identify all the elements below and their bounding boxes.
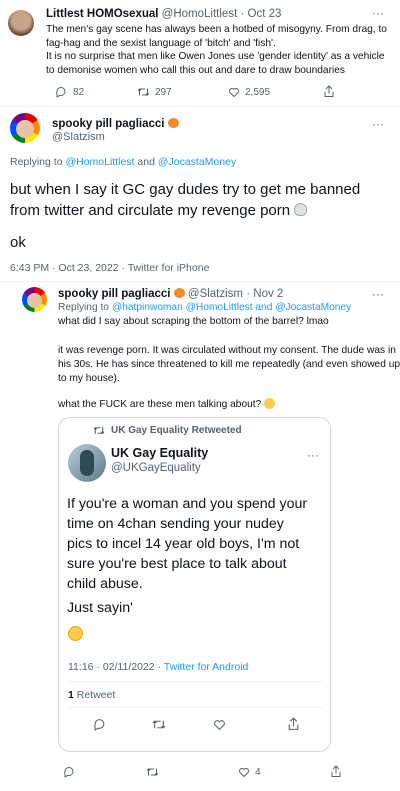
- crying-face-icon: [264, 398, 276, 409]
- replying-to-prefix: Replying to: [58, 302, 112, 313]
- reply-icon[interactable]: [55, 86, 67, 98]
- replying-to: Replying to @hatpinwoman @HomoLittlest a…: [58, 302, 351, 313]
- retweet-icon[interactable]: [137, 86, 150, 98]
- author-name[interactable]: spooky pill pagliacci: [52, 118, 164, 130]
- tweet2-header: spooky pill pagliacci: [52, 118, 179, 130]
- retweet-icon[interactable]: [146, 766, 159, 778]
- tweet-text-line: what did I say about scraping the bottom…: [58, 316, 329, 327]
- divider: [67, 707, 323, 708]
- tweet-date[interactable]: Nov 2: [253, 288, 283, 300]
- more-options-icon[interactable]: ···: [372, 117, 384, 131]
- author-handle[interactable]: @HomoLittlest: [162, 8, 238, 20]
- author-name[interactable]: spooky pill pagliacci: [58, 288, 170, 300]
- more-options-icon[interactable]: ···: [372, 6, 384, 20]
- tweet-text-line: It is no surprise that men like Owen Jon…: [46, 51, 385, 62]
- avatar[interactable]: [8, 10, 34, 36]
- mention-link[interactable]: @HomoLittlest: [65, 156, 134, 168]
- retweet-icon[interactable]: [152, 718, 166, 731]
- pumpkin-icon: [167, 118, 179, 128]
- quoted-retweet-stat[interactable]: 1 Retweet: [68, 689, 115, 701]
- author-name[interactable]: Littlest HOMOsexual: [46, 8, 158, 20]
- tweet-text-line: ok: [10, 234, 26, 251]
- tweet2-body: but when I say it GC gay dudes try to ge…: [10, 179, 360, 221]
- quoted-text-line: sure you're best place to talk about: [67, 556, 287, 572]
- tweet-text-line: to demonise women who call this out and …: [46, 64, 346, 76]
- separator: ·: [240, 8, 245, 20]
- mention-link[interactable]: @hatpinwoman @HomoLittlest and @JocastaM…: [112, 302, 351, 313]
- like-count: 4: [255, 767, 261, 778]
- replying-to: Replying to @HomoLittlest and @JocastaMo…: [10, 156, 236, 168]
- like-icon[interactable]: [228, 86, 240, 98]
- replying-to-prefix: Replying to: [10, 156, 66, 168]
- retweet-word: Retweet: [73, 689, 116, 701]
- quoted-text-line: time on 4chan sending your nudey: [67, 516, 284, 532]
- avatar[interactable]: [10, 113, 40, 143]
- reply-icon[interactable]: [93, 718, 106, 731]
- more-options-icon[interactable]: ···: [372, 287, 384, 301]
- avatar[interactable]: [22, 287, 47, 312]
- and-text: and: [134, 156, 158, 168]
- quoted-body: If you're a woman and you spend your tim…: [67, 494, 307, 594]
- reply-count: 82: [73, 87, 85, 98]
- share-icon[interactable]: [287, 717, 300, 731]
- tweet3-line3: what the FUCK are these men talking abou…: [58, 398, 276, 410]
- tweet3-header: spooky pill pagliacci @Slatzism · Nov 2: [58, 288, 283, 300]
- divider: [0, 106, 400, 107]
- quoted-text-line: child abuse.: [67, 576, 143, 592]
- skull-icon: [294, 203, 308, 216]
- tweet-text-line: but when I say it GC gay dudes try to ge…: [10, 181, 361, 198]
- divider: [67, 681, 323, 682]
- quoted-meta: 11:16 · 02/11/2022 · Twitter for Android: [68, 661, 248, 673]
- grimace-emoji-icon: [68, 626, 83, 641]
- tweet-text-line: The men's gay scene has always been a ho…: [46, 24, 387, 35]
- retweet-count: 297: [155, 87, 172, 98]
- mention-link[interactable]: @JocastaMoney: [158, 156, 236, 168]
- quoted-source[interactable]: Twitter for Android: [164, 661, 249, 673]
- separator: ·: [246, 288, 251, 300]
- tweet1-body: The men's gay scene has always been a ho…: [46, 23, 387, 77]
- like-icon[interactable]: [213, 718, 226, 731]
- tweet-date[interactable]: Oct 23: [248, 8, 282, 20]
- like-count: 2,595: [245, 87, 271, 98]
- tweet-text-line: from twitter and circulate my revenge po…: [10, 202, 291, 219]
- tweet1-header: Littlest HOMOsexual @HomoLittlest · Oct …: [46, 8, 281, 20]
- tweet3-paragraph: it was revenge porn. It was circulated w…: [58, 344, 400, 386]
- pumpkin-icon: [173, 288, 185, 298]
- retweet-icon: [93, 425, 105, 436]
- author-handle[interactable]: @Slatzism: [188, 288, 243, 300]
- author-handle[interactable]: @UKGayEquality: [111, 462, 201, 474]
- tweet-text-line: his 30s. He has since threatened to kill…: [58, 359, 400, 370]
- more-options-icon[interactable]: ···: [307, 448, 319, 462]
- like-icon[interactable]: [238, 766, 250, 778]
- tweet-text-line: to my house).: [58, 373, 120, 384]
- avatar[interactable]: [68, 444, 106, 482]
- tweet-text-line: it was revenge porn. It was circulated w…: [58, 345, 396, 356]
- share-icon[interactable]: [330, 765, 342, 778]
- quoted-text-line: Just sayin': [67, 600, 133, 616]
- retweeted-label[interactable]: UK Gay Equality Retweeted: [111, 425, 242, 436]
- quoted-text-line: If you're a woman and you spend your: [67, 496, 308, 512]
- tweet-text-line: what the FUCK are these men talking abou…: [58, 399, 262, 410]
- quoted-time[interactable]: 11:16 · 02/11/2022 ·: [68, 661, 164, 673]
- tweet-timestamp[interactable]: 6:43 PM · Oct 23, 2022 · Twitter for iPh…: [10, 262, 209, 274]
- author-handle[interactable]: @Slatzism: [52, 131, 105, 143]
- reply-icon[interactable]: [63, 766, 75, 778]
- quoted-text-line: pics to incel 14 year old boys, I'm not: [67, 536, 300, 552]
- divider: [0, 281, 400, 282]
- share-icon[interactable]: [323, 85, 335, 98]
- author-name[interactable]: UK Gay Equality: [111, 446, 208, 460]
- tweet-text-line: fag-hag and the sexist language of 'bitc…: [46, 37, 276, 49]
